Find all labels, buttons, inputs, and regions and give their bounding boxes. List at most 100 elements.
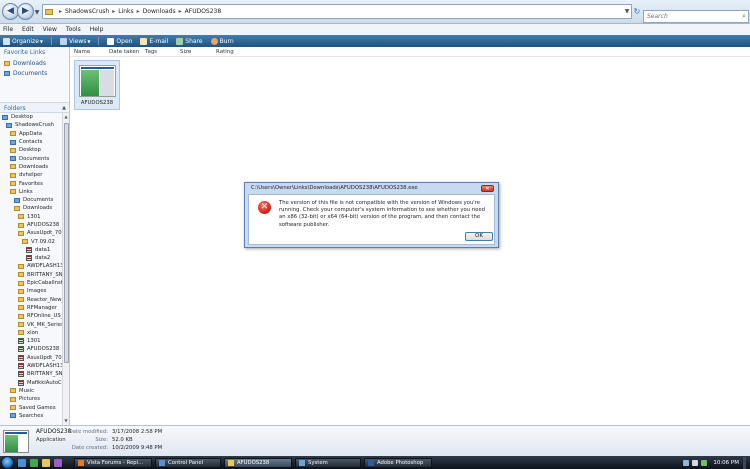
tree-item[interactable]: VK_MK_SeriesLife [0,320,62,328]
open-button[interactable]: Open [107,37,132,45]
special-folder-icon [6,122,12,128]
tree-item[interactable]: AWDFLASH134 [0,262,62,270]
breadcrumb-afudos238[interactable]: AFUDOS238 [185,8,222,15]
organize-icon [3,37,10,45]
recent-pages-button[interactable]: ▼ [33,9,41,17]
tree-item[interactable]: Saved Games [0,403,62,411]
taskbar-task-control-panel[interactable]: Control Panel [155,457,221,468]
tree-item[interactable]: Downloads [0,163,62,171]
tree-item[interactable]: xion [0,329,62,337]
close-icon[interactable]: ✕ [481,185,494,192]
tree-item[interactable]: Desktop [0,146,62,154]
tray-app-icon[interactable] [701,459,708,466]
taskbar-task-system[interactable]: System [295,457,361,468]
folder-tree-scrollbar[interactable]: ▲ ▼ [62,113,69,425]
network-icon[interactable] [683,459,690,466]
tree-item[interactable]: Images [0,287,62,295]
tree-item[interactable]: 1301 [0,337,62,345]
toolbar-divider [98,37,100,45]
tree-item[interactable]: Links [0,188,62,196]
quick-launch-browser-icon[interactable] [30,458,38,467]
dialog-body: ✕ The version of this file is not compat… [248,194,495,245]
forward-button[interactable]: ▶ [17,3,34,20]
file-item[interactable]: AFUDOS238 [74,60,120,110]
organize-button[interactable]: Organize ▼ [3,37,43,45]
tree-item[interactable]: AsusUpdt_70902 [0,354,62,362]
folder-icon [10,147,16,153]
scroll-up-icon[interactable]: ▲ [63,113,69,121]
scroll-down-icon[interactable]: ▼ [63,417,69,425]
folder-icon [18,297,24,303]
tree-item[interactable]: AppData [0,130,62,138]
tree-item-label: data1 [35,246,51,253]
tree-item[interactable]: 1301 [0,213,62,221]
folder-icon [18,288,24,294]
favorite-link-documents[interactable]: Documents [0,68,69,78]
breadcrumb-shadowscrush[interactable]: ShadowsCrush [65,8,109,15]
menu-view[interactable]: View [43,26,57,33]
tree-item[interactable]: BRITTANY_SNOW [0,370,62,378]
share-button[interactable]: Share [176,37,203,45]
folders-header[interactable]: Folders ▲ [0,102,69,113]
quick-launch-desktop-icon[interactable] [18,458,26,467]
breadcrumb-links[interactable]: Links [118,8,133,15]
column-header-tags[interactable]: Tags [145,49,180,55]
address-field[interactable]: ▸ ShadowsCrush ▸ Links ▸ Downloads ▸ AFU… [42,4,632,19]
tree-item[interactable]: Music [0,387,62,395]
tree-item[interactable]: data1 [0,246,62,254]
column-header-rating[interactable]: Rating [216,49,256,55]
volume-icon[interactable] [692,459,699,466]
tree-item[interactable]: RFOnline_US_v10 [0,312,62,320]
tree-item[interactable]: Contacts [0,138,62,146]
column-header-name[interactable]: Name [71,49,109,55]
menu-file[interactable]: File [3,26,13,33]
tree-item[interactable]: AFUDOS238 [0,221,62,229]
tree-item[interactable]: V7.09.02 [0,237,62,245]
tree-item[interactable]: Desktop [0,113,62,121]
taskbar-task-afudos238[interactable]: AFUDOS238 [224,457,292,468]
breadcrumb-downloads[interactable]: Downloads [143,8,176,15]
tree-item[interactable]: dvhelper [0,171,62,179]
start-button[interactable] [1,456,14,469]
tree-item[interactable]: Reactor_New_Lo [0,296,62,304]
task-label: Adobe Photoshop [377,459,424,466]
search-icon[interactable]: ⌕ [742,12,746,21]
quick-launch-folder-icon[interactable] [42,458,50,467]
menu-edit[interactable]: Edit [22,26,34,33]
tree-item[interactable]: Searches [0,412,62,420]
address-dropdown-icon[interactable]: ▼ [622,4,632,19]
tree-item[interactable]: data2 [0,254,62,262]
ok-button[interactable]: OK [465,232,493,241]
tree-item[interactable]: EpicCabalInstall [0,279,62,287]
favorite-links-header: Favorite Links [4,49,46,56]
show-desktop-button[interactable] [743,456,746,469]
tree-item[interactable]: Documents [0,154,62,162]
tree-item[interactable]: Documents [0,196,62,204]
views-button[interactable]: Views ▼ [59,37,90,45]
tree-item[interactable]: AWDFLASH134 [0,362,62,370]
tree-item[interactable]: Downloads [0,204,62,212]
taskbar-task-adobe-photoshop[interactable]: Adobe Photoshop [364,457,432,468]
search-input[interactable] [644,11,734,22]
burn-button[interactable]: Burn [210,37,234,45]
search-box[interactable]: ⌕ [643,10,749,23]
tree-item[interactable]: ShadowsCrush [0,121,62,129]
clock[interactable]: 10:06 PM [713,460,739,466]
taskbar-task-vista-forums[interactable]: Vista Forums - Repl... [74,457,152,468]
tree-item[interactable]: BRITTANY_SNOW [0,271,62,279]
column-header-size[interactable]: Size [180,49,216,55]
tree-item[interactable]: AsusUpdt_70902 [0,229,62,237]
menu-help[interactable]: Help [90,26,104,33]
tree-item[interactable]: RFManager [0,304,62,312]
tree-item[interactable]: MafikkiAutoClick [0,379,62,387]
tree-item[interactable]: Favorites [0,179,62,187]
column-header-date-taken[interactable]: Date taken [109,49,145,55]
refresh-icon[interactable]: ↻ [632,5,642,18]
tree-item[interactable]: AFUDOS238 [0,345,62,353]
menu-tools[interactable]: Tools [66,26,81,33]
quick-launch-media-icon[interactable] [54,458,62,467]
scrollbar-thumb[interactable] [64,123,69,363]
email-button[interactable]: E-mail [140,37,168,45]
tree-item[interactable]: Pictures [0,395,62,403]
favorite-link-downloads[interactable]: Downloads [0,58,69,68]
